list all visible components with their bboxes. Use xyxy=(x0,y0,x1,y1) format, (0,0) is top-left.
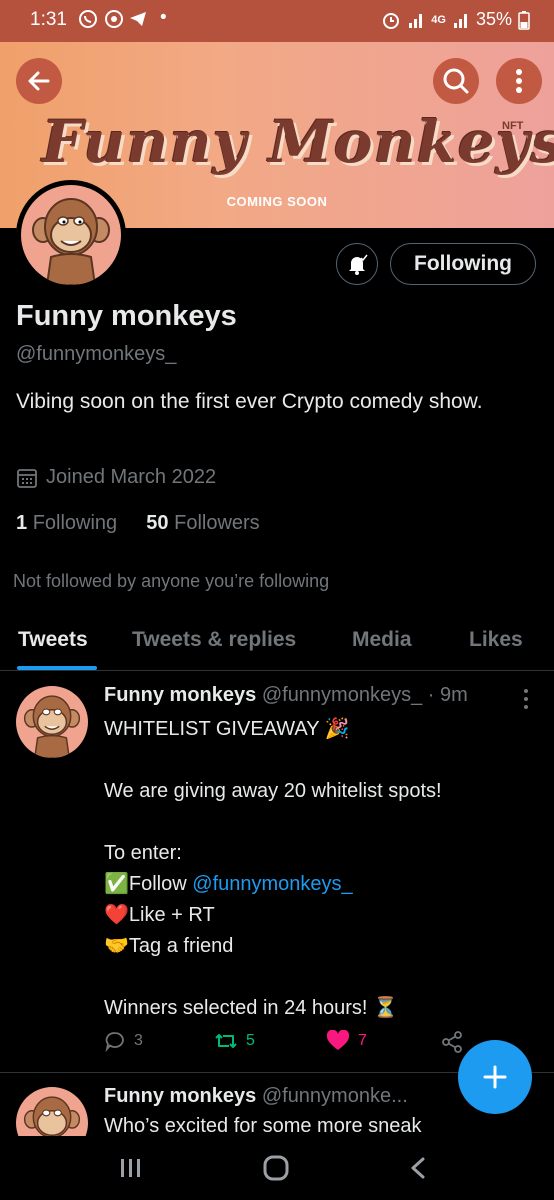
tweet-line: ✅Follow @funnymonkeys_ xyxy=(104,869,524,900)
followers-count-link[interactable]: 50 Followers xyxy=(146,512,259,534)
system-nav-bar xyxy=(0,1136,554,1200)
more-vertical-icon xyxy=(516,69,522,93)
notifications-bell-button[interactable] xyxy=(336,243,378,285)
not-followed-notice: Not followed by anyone you’re following xyxy=(13,571,330,591)
reply-button[interactable]: 3 xyxy=(104,1030,143,1052)
more-button[interactable] xyxy=(496,58,542,104)
home-icon[interactable] xyxy=(262,1154,290,1182)
monkey-avatar-icon xyxy=(32,198,110,285)
tweet-body: Who’s excited for some more sneak xyxy=(104,1115,422,1136)
media-icon xyxy=(105,10,123,28)
alarm-icon xyxy=(383,12,400,29)
tweet-author-name[interactable]: Funny monkeys xyxy=(104,684,256,706)
profile-name: Funny monkeys xyxy=(16,300,237,332)
tweet-line: We are giving away 20 whitelist spots! xyxy=(104,780,442,802)
joined-date: Joined March 2022 xyxy=(16,466,216,489)
like-count: 7 xyxy=(358,1032,367,1049)
tweet-more-icon[interactable] xyxy=(522,688,530,710)
reply-icon xyxy=(105,1032,124,1052)
bell-check-icon xyxy=(349,254,368,275)
monkey-avatar-icon xyxy=(23,1096,81,1136)
share-button[interactable] xyxy=(440,1030,464,1054)
tab-media[interactable]: Media xyxy=(352,628,412,652)
tweet-mention-link[interactable]: @funnymonkeys_ xyxy=(192,873,352,895)
followers-count: 50 xyxy=(146,512,169,534)
tweet-author-name[interactable]: Funny monkeys xyxy=(104,1085,256,1107)
compose-tweet-button[interactable] xyxy=(458,1040,532,1114)
retweet-icon xyxy=(215,1034,237,1048)
retweet-button[interactable]: 5 xyxy=(214,1030,255,1052)
profile-tabs: Tweets Tweets & replies Media Likes xyxy=(0,620,554,671)
share-icon xyxy=(442,1031,462,1053)
telegram-icon xyxy=(130,12,146,26)
tweet-line: WHITELIST GIVEAWAY 🎉 xyxy=(104,718,350,740)
following-count-link[interactable]: 1 Following xyxy=(16,512,117,534)
tweet-author-handle: @funnymonkeys_ xyxy=(261,684,423,706)
follow-counts: 1 Following 50 Followers xyxy=(16,512,260,535)
tab-tweets-replies[interactable]: Tweets & replies xyxy=(132,628,296,652)
tab-likes[interactable]: Likes xyxy=(469,628,523,652)
following-button[interactable]: Following xyxy=(390,243,536,285)
tweet-body: WHITELIST GIVEAWAY 🎉 We are giving away … xyxy=(104,714,524,1024)
calendar-icon xyxy=(17,468,37,488)
retweet-count: 5 xyxy=(246,1032,255,1049)
reply-count: 3 xyxy=(134,1032,143,1049)
tweet-author-handle: @funnymonke... xyxy=(261,1085,408,1107)
tweet-header: Funny monkeys @funnymonkeys_ · 9m xyxy=(104,684,468,707)
nft-tag: NFT xyxy=(502,120,524,132)
back-nav-icon[interactable] xyxy=(408,1156,428,1180)
recent-apps-icon[interactable] xyxy=(118,1156,144,1180)
whatsapp-icon xyxy=(79,10,97,28)
following-label: Following xyxy=(32,512,118,534)
search-button[interactable] xyxy=(433,58,479,104)
tweet-line: Winners selected in 24 hours! ⏳ xyxy=(104,997,398,1019)
tweet-header: Funny monkeys @funnymonke... xyxy=(104,1085,408,1108)
tweet-actions: 3 5 7 xyxy=(104,1030,484,1058)
tweet-avatar[interactable] xyxy=(16,1087,88,1136)
profile-bio: Vibing soon on the first ever Crypto com… xyxy=(16,390,483,413)
tweet-line: 🤝Tag a friend xyxy=(104,935,234,957)
back-arrow-icon xyxy=(28,71,50,91)
followers-label: Followers xyxy=(174,512,260,534)
tweet-line: ❤️Like + RT xyxy=(104,904,215,926)
banner-logo: Funny Monkeys xyxy=(42,108,554,176)
search-icon xyxy=(443,68,469,94)
network-type: 4G xyxy=(431,13,446,26)
following-count: 1 xyxy=(16,512,28,534)
tweet-line-text: ✅Follow xyxy=(104,873,193,895)
signal-icon-2 xyxy=(453,13,467,28)
joined-text: Joined March 2022 xyxy=(46,466,217,488)
back-button[interactable] xyxy=(16,58,62,104)
monkey-avatar-icon xyxy=(23,695,81,758)
profile-handle: @funnymonkeys_ xyxy=(16,343,177,365)
status-right: 4G 35% xyxy=(381,9,530,30)
tweet-time: · 9m xyxy=(427,684,468,706)
battery-percent: 35% xyxy=(475,9,512,29)
heart-icon xyxy=(326,1030,350,1050)
profile-avatar[interactable] xyxy=(16,180,126,290)
like-button[interactable]: 7 xyxy=(326,1030,367,1052)
tweet-line: To enter: xyxy=(104,842,182,864)
plus-icon xyxy=(483,1065,507,1089)
battery-icon xyxy=(518,10,530,30)
signal-icon xyxy=(409,13,423,28)
status-bar: 1:31 • 4G 35% xyxy=(0,0,554,42)
notification-dot-icon: • xyxy=(160,7,167,28)
tweet-avatar[interactable] xyxy=(16,686,88,758)
tab-tweets[interactable]: Tweets xyxy=(18,628,88,652)
active-tab-indicator xyxy=(17,666,97,670)
status-time: 1:31 xyxy=(30,9,67,30)
